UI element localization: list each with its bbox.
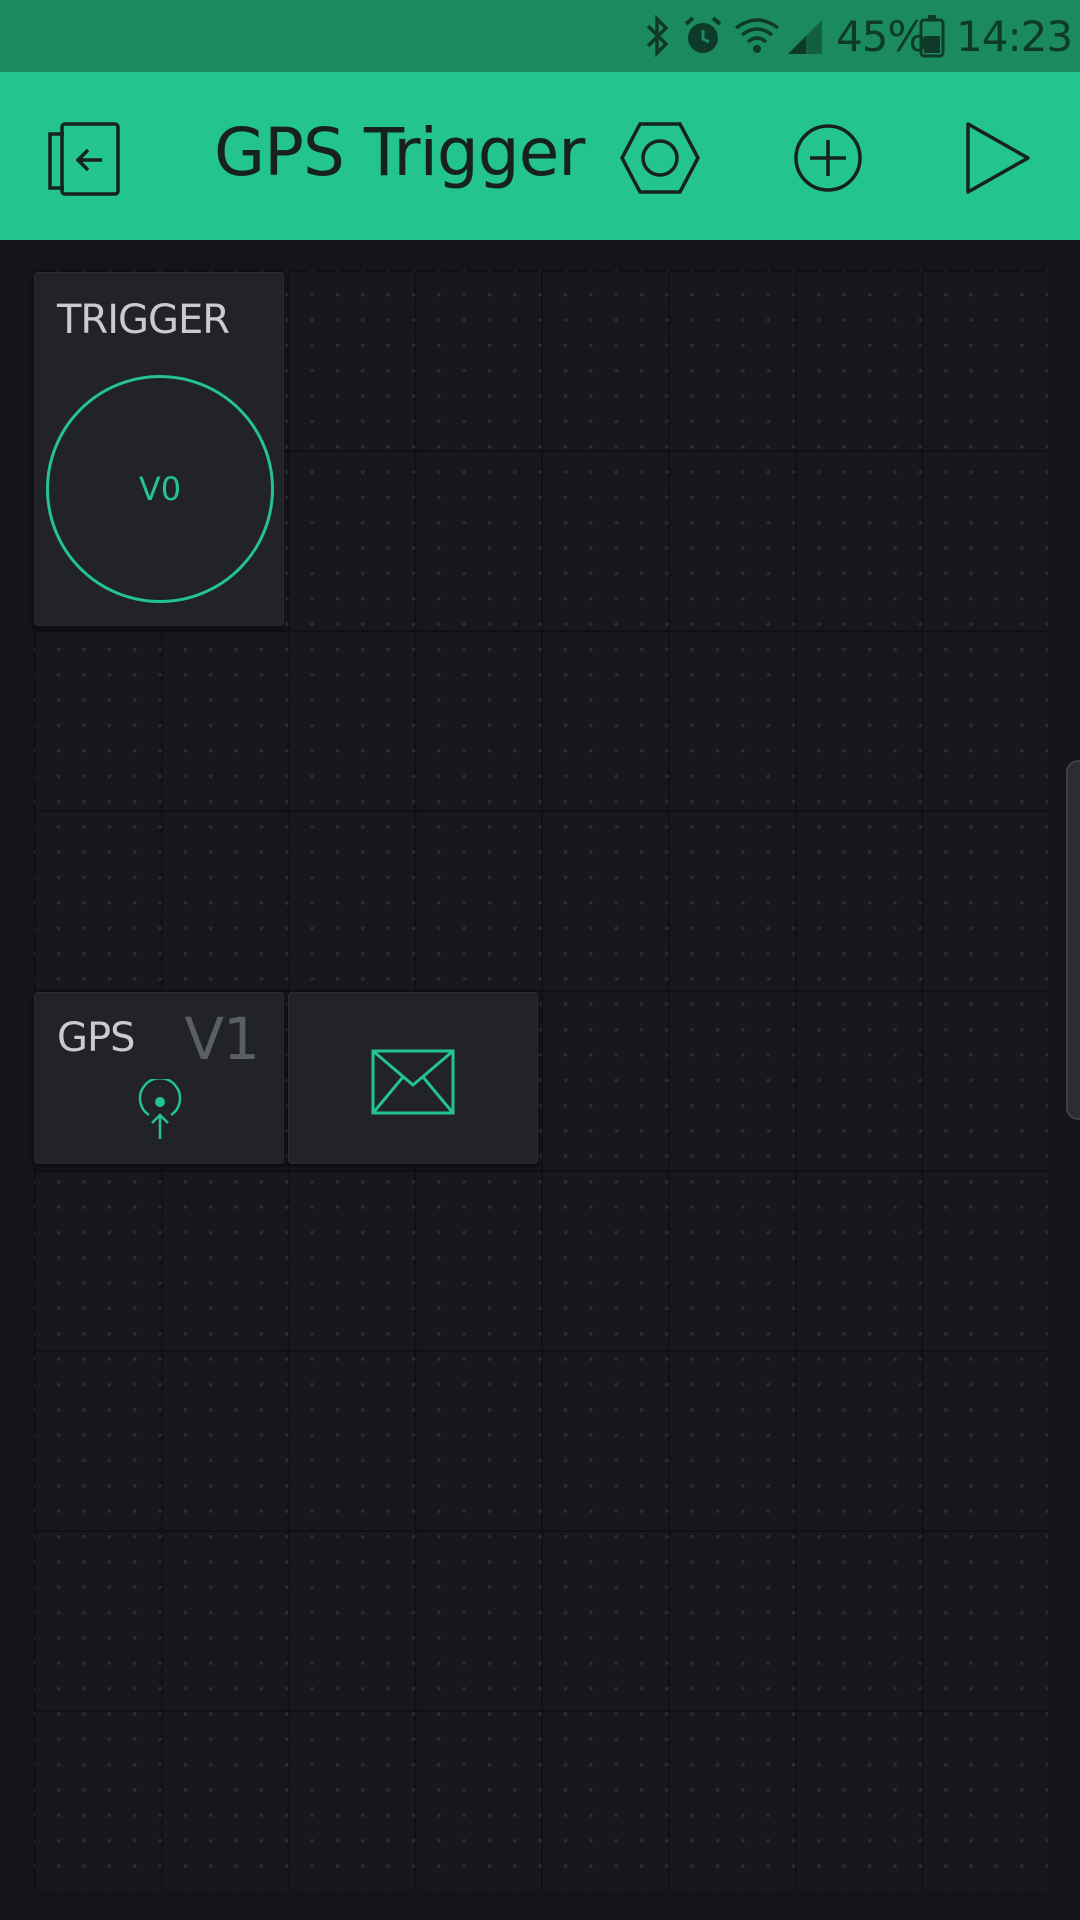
edge-panel-handle[interactable]: [1066, 760, 1080, 1120]
play-button[interactable]: [954, 116, 1038, 200]
wifi-icon: [734, 18, 780, 53]
bluetooth-icon: [646, 14, 669, 58]
settings-button[interactable]: [618, 116, 702, 200]
add-icon: [794, 124, 862, 192]
status-bar: 45% 14:23: [0, 0, 1080, 72]
alarm-icon: [684, 16, 722, 53]
gps-widget[interactable]: GPS V1: [34, 992, 284, 1164]
trigger-button[interactable]: V0: [46, 375, 274, 603]
trigger-title: TRIGGER: [57, 297, 230, 343]
email-widget[interactable]: [288, 992, 538, 1164]
gps-location-icon: [138, 1079, 182, 1139]
envelope-icon: [371, 1049, 455, 1115]
signal-icon: [788, 20, 822, 54]
clock: 14:23: [956, 12, 1073, 61]
exit-button[interactable]: [42, 116, 126, 200]
trigger-widget[interactable]: TRIGGER V0: [34, 272, 284, 626]
battery-percent: 45%: [836, 12, 927, 61]
play-icon: [966, 122, 1030, 194]
app-bar: GPS Trigger: [0, 72, 1080, 240]
page-title: GPS Trigger: [214, 114, 585, 191]
battery-icon: [919, 15, 945, 58]
exit-icon: [48, 122, 120, 196]
add-widget-button[interactable]: [786, 116, 870, 200]
gps-title: GPS: [57, 1015, 136, 1061]
settings-hexagon-icon: [620, 122, 700, 194]
trigger-pin: V0: [138, 470, 182, 508]
gps-pin: V1: [184, 1005, 260, 1073]
